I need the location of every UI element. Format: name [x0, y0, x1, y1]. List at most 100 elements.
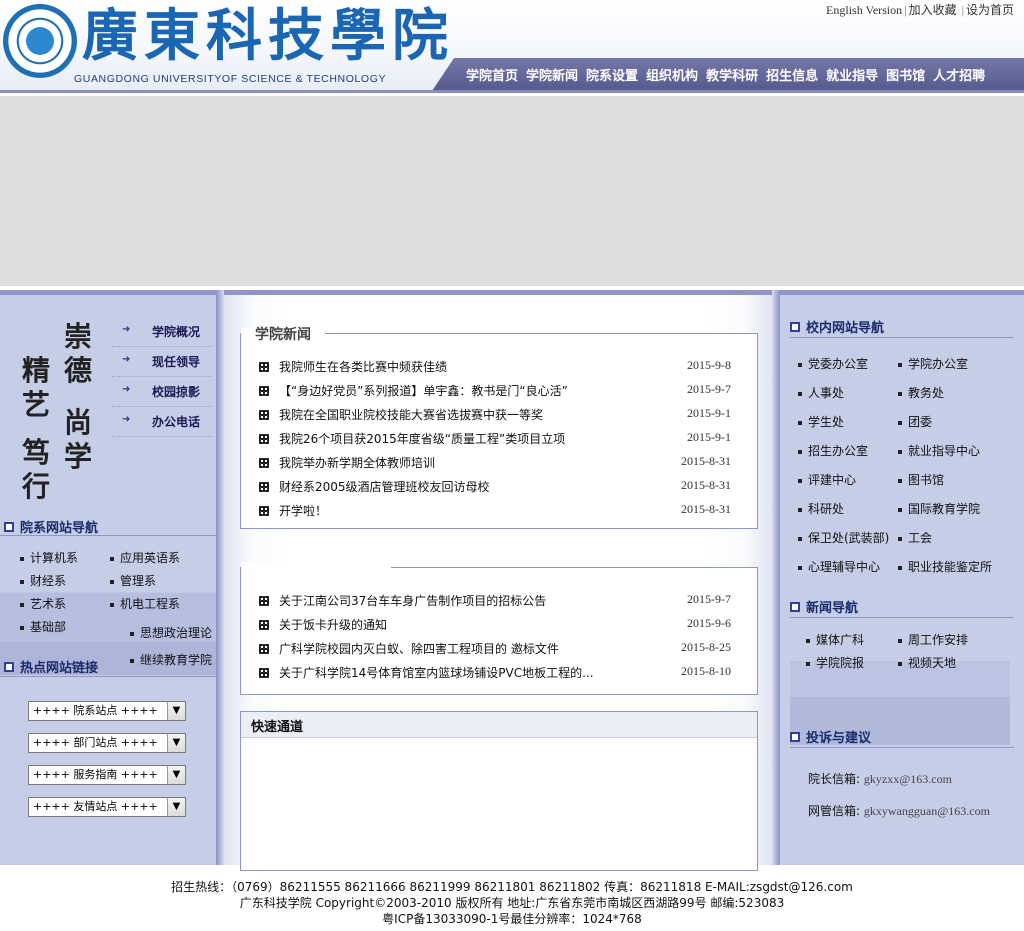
president-mailbox[interactable]: 院长信箱: gkyzxx@163.com [808, 770, 952, 787]
nav-departments[interactable]: 院系设置 [586, 65, 638, 84]
footer-copyright: 广东科技学院 Copyright©2003-2010 版权所有 地址:广东省东莞… [239, 896, 785, 910]
grid-bullet-icon [259, 505, 269, 516]
nav-library[interactable]: 图书馆 [886, 65, 925, 84]
campus-link[interactable]: 国际教育学院 [898, 500, 980, 517]
grid-bullet-icon [259, 619, 269, 630]
square-bullet-icon [4, 521, 14, 532]
school-motto: 崇 德 尚 学 精 艺 笃 行 [16, 315, 106, 503]
notice-item[interactable]: 关于饭卡升级的通知 2015-9-6 [259, 616, 739, 633]
chevron-down-icon: ▼ [167, 798, 185, 816]
news-item[interactable]: 财经系2005级酒店管理班校友回访母校 2015-8-31 [259, 478, 739, 495]
dept-link-politics[interactable]: 思想政治理论 [130, 624, 216, 641]
notice-item[interactable]: 关于广科学院14号体育馆室内篮球场铺设PVC地板工程的... 2015-8-10 [259, 664, 739, 681]
nav-organization[interactable]: 组织机构 [646, 65, 698, 84]
grid-bullet-icon [259, 433, 269, 444]
campus-link[interactable]: 学院办公室 [898, 355, 968, 372]
campus-link[interactable]: 保卫处(武装部) [798, 529, 889, 546]
news-nav-link[interactable]: 学院院报 [806, 654, 864, 671]
service-guide-select[interactable]: ++++ 服务指南 ++++ ▼ [28, 765, 186, 785]
dept-link-continuing-ed[interactable]: 继续教育学院 [130, 651, 212, 668]
campus-link[interactable]: 科研处 [798, 500, 844, 517]
set-homepage-link[interactable]: 设为首页 [966, 3, 1014, 17]
square-bullet-icon [790, 731, 800, 742]
notices-tab [241, 562, 391, 576]
campus-link[interactable]: 图书馆 [898, 471, 944, 488]
dept-link-computer[interactable]: 计算机系 [20, 549, 78, 566]
friend-sites-select[interactable]: ++++ 友情站点 ++++ ▼ [28, 797, 186, 817]
campus-link[interactable]: 职业技能鉴定所 [898, 558, 992, 575]
footer-contact: 招生热线：（0769）86211555 86211666 86211999 86… [171, 880, 853, 894]
campus-link[interactable]: 团委 [898, 413, 932, 430]
motto-char: 学 [64, 440, 93, 473]
notice-item[interactable]: 广科学院校园内灭白蚁、除四害工程项目的 邀标文件 2015-8-25 [259, 640, 739, 657]
nav-news[interactable]: 学院新闻 [526, 65, 578, 84]
motto-char: 德 [64, 354, 93, 387]
grid-bullet-icon [259, 481, 269, 492]
page-footer: 招生热线：（0769）86211555 86211666 86211999 86… [0, 866, 1024, 931]
school-name-logo[interactable]: 廣東科技學院 [82, 0, 454, 72]
chevron-down-icon: ▼ [167, 766, 185, 784]
main-nav: 学院首页 学院新闻 院系设置 组织机构 教学科研 招生信息 就业指导 图书馆 人… [466, 65, 985, 84]
campus-link[interactable]: 评建中心 [798, 471, 856, 488]
dept-link-art[interactable]: 艺术系 [20, 595, 66, 612]
square-bullet-icon [4, 661, 14, 672]
fast-channel-header [241, 712, 757, 738]
nav-teaching-research[interactable]: 教学科研 [706, 65, 758, 84]
chevron-down-icon: ▼ [167, 702, 185, 720]
chevron-down-icon: ▼ [167, 734, 185, 752]
add-favorite-link[interactable]: 加入收藏 [909, 3, 957, 17]
school-emblem-logo[interactable] [3, 4, 77, 78]
campus-link[interactable]: 工会 [898, 529, 932, 546]
campus-link[interactable]: 人事处 [798, 384, 844, 401]
news-item[interactable]: 我院26个项目获2015年度省级“质量工程”类项目立项 2015-9-1 [259, 430, 739, 447]
motto-char: 艺 [22, 388, 51, 421]
english-version-link[interactable]: English Version [826, 3, 902, 17]
quick-link-overview[interactable]: ➜ 学院概况 [112, 317, 212, 347]
grid-bullet-icon [259, 361, 269, 372]
footer-icp: 粤ICP备13033090-1号最佳分辨率：1024*768 [382, 912, 642, 926]
dept-link-mechatronics[interactable]: 机电工程系 [110, 595, 180, 612]
dept-link-management[interactable]: 管理系 [110, 572, 156, 589]
dept-link-english[interactable]: 应用英语系 [110, 549, 180, 566]
campus-link[interactable]: 就业指导中心 [898, 442, 980, 459]
news-item[interactable]: 开学啦！ 2015-8-31 [259, 502, 739, 519]
fast-channel-panel: 快速通道 [240, 711, 758, 871]
nav-home[interactable]: 学院首页 [466, 65, 518, 84]
campus-link[interactable]: 学生处 [798, 413, 844, 430]
quick-link-office-phone[interactable]: ➜ 办公电话 [112, 407, 212, 437]
arrow-right-icon: ➜ [122, 354, 131, 365]
dept-link-foundation[interactable]: 基础部 [20, 618, 66, 635]
campus-link[interactable]: 心理辅导中心 [798, 558, 880, 575]
news-nav-link[interactable]: 媒体广科 [806, 631, 864, 648]
office-sites-select[interactable]: ++++ 部门站点 ++++ ▼ [28, 733, 186, 753]
news-item[interactable]: 我院在全国职业院校技能大赛省选拔赛中获一等奖 2015-9-1 [259, 406, 739, 423]
news-item[interactable]: 我院举办新学期全体教师培训 2015-8-31 [259, 454, 739, 471]
quick-link-leaders[interactable]: ➜ 现任领导 [112, 347, 212, 377]
quick-link-campus-photos[interactable]: ➜ 校园掠影 [112, 377, 212, 407]
section-divider [0, 676, 216, 677]
section-divider [790, 337, 1014, 338]
news-item[interactable]: 【“身边好党员”系列报道】单宇鑫：教书是门“良心活” 2015-9-7 [259, 382, 739, 399]
college-news-title: 学院新闻 [241, 328, 325, 342]
nav-recruitment[interactable]: 人才招聘 [933, 65, 985, 84]
news-nav-link[interactable]: 周工作安排 [898, 631, 968, 648]
grid-bullet-icon [259, 409, 269, 420]
campus-link[interactable]: 教务处 [898, 384, 944, 401]
webmaster-mailbox[interactable]: 网管信箱: gkxywangguan@163.com [808, 802, 990, 819]
nav-employment[interactable]: 就业指导 [826, 65, 878, 84]
nav-admissions[interactable]: 招生信息 [766, 65, 818, 84]
news-nav-link[interactable]: 视频天地 [898, 654, 956, 671]
campus-nav-heading: 校内网站导航 [790, 317, 884, 336]
dept-nav-heading: 院系网站导航 [4, 517, 98, 536]
notices-panel: 关于江南公司37台车车身广告制作项目的招标公告 2015-9-7 关于饭卡升级的通… [240, 562, 758, 695]
complaint-heading: 投诉与建议 [790, 727, 871, 746]
arrow-right-icon: ➜ [122, 384, 131, 395]
center-column: 学院新闻 我院师生在各类比赛中频获佳绩 2015-9-8 【“身边好党员”系列报道… [224, 290, 772, 871]
arrow-right-icon: ➜ [122, 324, 131, 335]
dept-link-finance[interactable]: 财经系 [20, 572, 66, 589]
campus-link[interactable]: 招生办公室 [798, 442, 868, 459]
campus-link[interactable]: 党委办公室 [798, 355, 868, 372]
dept-sites-select[interactable]: ++++ 院系站点 ++++ ▼ [28, 701, 186, 721]
notice-item[interactable]: 关于江南公司37台车车身广告制作项目的招标公告 2015-9-7 [259, 592, 739, 609]
news-item[interactable]: 我院师生在各类比赛中频获佳绩 2015-9-8 [259, 358, 739, 375]
